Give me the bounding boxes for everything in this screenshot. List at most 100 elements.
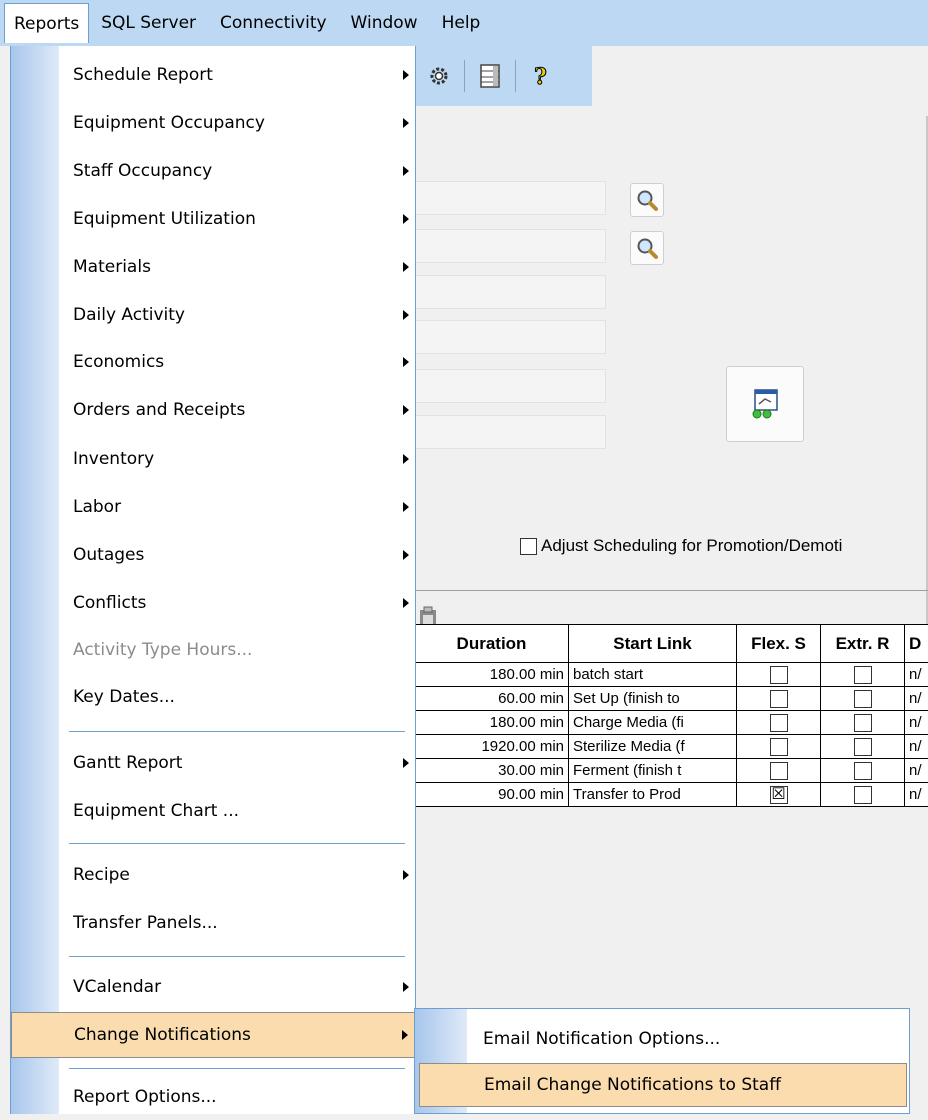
adjust-scheduling-label: Adjust Scheduling for Promotion/Demoti	[541, 536, 842, 556]
menu-item-label: Key Dates...	[73, 687, 175, 707]
duration-cell[interactable]: 180.00 min	[415, 711, 569, 735]
extr-checkbox[interactable]	[854, 786, 872, 804]
text-field[interactable]	[414, 275, 606, 309]
start-link-cell[interactable]: Set Up (finish to	[569, 687, 737, 711]
text-field[interactable]	[414, 181, 606, 215]
flex-checkbox[interactable]	[770, 738, 788, 756]
extr-checkbox[interactable]	[854, 690, 872, 708]
menu-item-label: Equipment Chart ...	[73, 801, 239, 821]
menu-item-outages[interactable]: Outages	[59, 532, 415, 578]
menu-item-label: Economics	[73, 352, 164, 372]
duration-cell[interactable]: 1920.00 min	[415, 735, 569, 759]
adjust-scheduling-option[interactable]: Adjust Scheduling for Promotion/Demoti	[520, 536, 842, 556]
column-header-extr[interactable]: Extr. R	[821, 625, 905, 663]
d-cell[interactable]: n/	[905, 759, 928, 783]
text-field[interactable]	[414, 369, 606, 403]
menu-separator	[69, 731, 405, 732]
extr-checkbox[interactable]	[854, 762, 872, 780]
menu-item-staff-occupancy[interactable]: Staff Occupancy	[59, 148, 415, 194]
duration-cell[interactable]: 180.00 min	[415, 663, 569, 687]
table-row[interactable]: 180.00 min Charge Media (fi n/	[415, 711, 928, 735]
menu-item-economics[interactable]: Economics	[59, 339, 415, 385]
start-link-cell[interactable]: Transfer to Prod	[569, 783, 737, 807]
duration-cell[interactable]: 90.00 min	[415, 783, 569, 807]
text-field[interactable]	[414, 320, 606, 354]
menu-item-email-change-notifications[interactable]: Email Change Notifications to Staff	[419, 1063, 907, 1107]
start-link-cell[interactable]: Ferment (finish t	[569, 759, 737, 783]
menu-item-daily-activity[interactable]: Daily Activity	[59, 292, 415, 338]
chart-link-icon	[749, 388, 781, 420]
column-header-duration[interactable]: Duration	[415, 625, 569, 663]
menu-window[interactable]: Window	[339, 3, 430, 43]
table-row[interactable]: 30.00 min Ferment (finish t n/	[415, 759, 928, 783]
extr-checkbox[interactable]	[854, 738, 872, 756]
d-cell[interactable]: n/	[905, 735, 928, 759]
duration-cell[interactable]: 60.00 min	[415, 687, 569, 711]
menu-item-label: Equipment Occupancy	[73, 113, 265, 133]
d-cell[interactable]: n/	[905, 663, 928, 687]
menu-item-label: Recipe	[73, 865, 130, 885]
text-field[interactable]	[414, 415, 606, 449]
flex-checkbox[interactable]: ☒	[770, 786, 788, 804]
start-link-cell[interactable]: Sterilize Media (f	[569, 735, 737, 759]
submenu-arrow-icon	[403, 550, 409, 560]
menu-item-inventory[interactable]: Inventory	[59, 436, 415, 482]
search-button[interactable]	[630, 183, 664, 217]
extr-cell	[821, 735, 905, 759]
menu-item-equipment-occupancy[interactable]: Equipment Occupancy	[59, 100, 415, 146]
text-field[interactable]	[414, 229, 606, 263]
flex-checkbox[interactable]	[770, 690, 788, 708]
adjust-scheduling-checkbox[interactable]	[520, 538, 537, 555]
start-link-cell[interactable]: batch start	[569, 663, 737, 687]
flex-checkbox[interactable]	[770, 666, 788, 684]
duration-cell[interactable]: 30.00 min	[415, 759, 569, 783]
menu-item-change-notifications[interactable]: Change Notifications	[11, 1012, 415, 1058]
menu-item-key-dates[interactable]: Key Dates...	[59, 674, 415, 720]
submenu-arrow-icon	[403, 454, 409, 464]
menu-item-email-notification-options[interactable]: Email Notification Options...	[467, 1017, 907, 1061]
extr-checkbox[interactable]	[854, 714, 872, 732]
start-link-cell[interactable]: Charge Media (fi	[569, 711, 737, 735]
menu-item-orders-and-receipts[interactable]: Orders and Receipts	[59, 387, 415, 433]
flex-checkbox[interactable]	[770, 714, 788, 732]
extr-cell	[821, 783, 905, 807]
grid-header-row: Duration Start Link Flex. S Extr. R D	[415, 625, 928, 663]
submenu-arrow-icon	[403, 598, 409, 608]
column-header-flex[interactable]: Flex. S	[737, 625, 821, 663]
flex-checkbox[interactable]	[770, 762, 788, 780]
menu-item-gantt-report[interactable]: Gantt Report	[59, 740, 415, 786]
menu-item-report-options[interactable]: Report Options...	[59, 1074, 415, 1120]
menu-item-transfer-panels[interactable]: Transfer Panels...	[59, 900, 415, 946]
d-cell[interactable]: n/	[905, 711, 928, 735]
menu-help[interactable]: Help	[430, 3, 493, 43]
menu-reports[interactable]: Reports	[4, 3, 89, 43]
menu-item-equipment-chart[interactable]: Equipment Chart ...	[59, 788, 415, 834]
menu-item-equipment-utilization[interactable]: Equipment Utilization	[59, 196, 415, 242]
table-row[interactable]: 60.00 min Set Up (finish to n/	[415, 687, 928, 711]
table-row[interactable]: 180.00 min batch start n/	[415, 663, 928, 687]
menu-item-recipe[interactable]: Recipe	[59, 852, 415, 898]
menu-separator	[69, 843, 405, 844]
menu-connectivity[interactable]: Connectivity	[208, 3, 339, 43]
menu-item-vcalendar[interactable]: VCalendar	[59, 964, 415, 1010]
table-row[interactable]: 1920.00 min Sterilize Media (f n/	[415, 735, 928, 759]
search-button[interactable]	[630, 231, 664, 265]
menu-item-activity-type-hours[interactable]: Activity Type Hours...	[59, 627, 415, 673]
gear-icon[interactable]	[426, 63, 452, 89]
chart-link-button[interactable]	[726, 366, 804, 442]
column-header-start-link[interactable]: Start Link	[569, 625, 737, 663]
table-row[interactable]: 90.00 min Transfer to Prod ☒ n/	[415, 783, 928, 807]
database-icon[interactable]	[477, 63, 503, 89]
menu-item-materials[interactable]: Materials	[59, 244, 415, 290]
extr-checkbox[interactable]	[854, 666, 872, 684]
menu-sql-server[interactable]: SQL Server	[89, 3, 208, 43]
menu-item-labor[interactable]: Labor	[59, 484, 415, 530]
menu-item-label: Email Change Notifications to Staff	[484, 1075, 781, 1095]
menu-item-conflicts[interactable]: Conflicts	[59, 580, 415, 626]
help-icon[interactable]: ?	[528, 63, 554, 89]
menu-item-schedule-report[interactable]: Schedule Report	[59, 52, 415, 98]
d-cell[interactable]: n/	[905, 783, 928, 807]
d-cell[interactable]: n/	[905, 687, 928, 711]
column-header-d[interactable]: D	[905, 625, 928, 663]
submenu-arrow-icon	[403, 405, 409, 415]
